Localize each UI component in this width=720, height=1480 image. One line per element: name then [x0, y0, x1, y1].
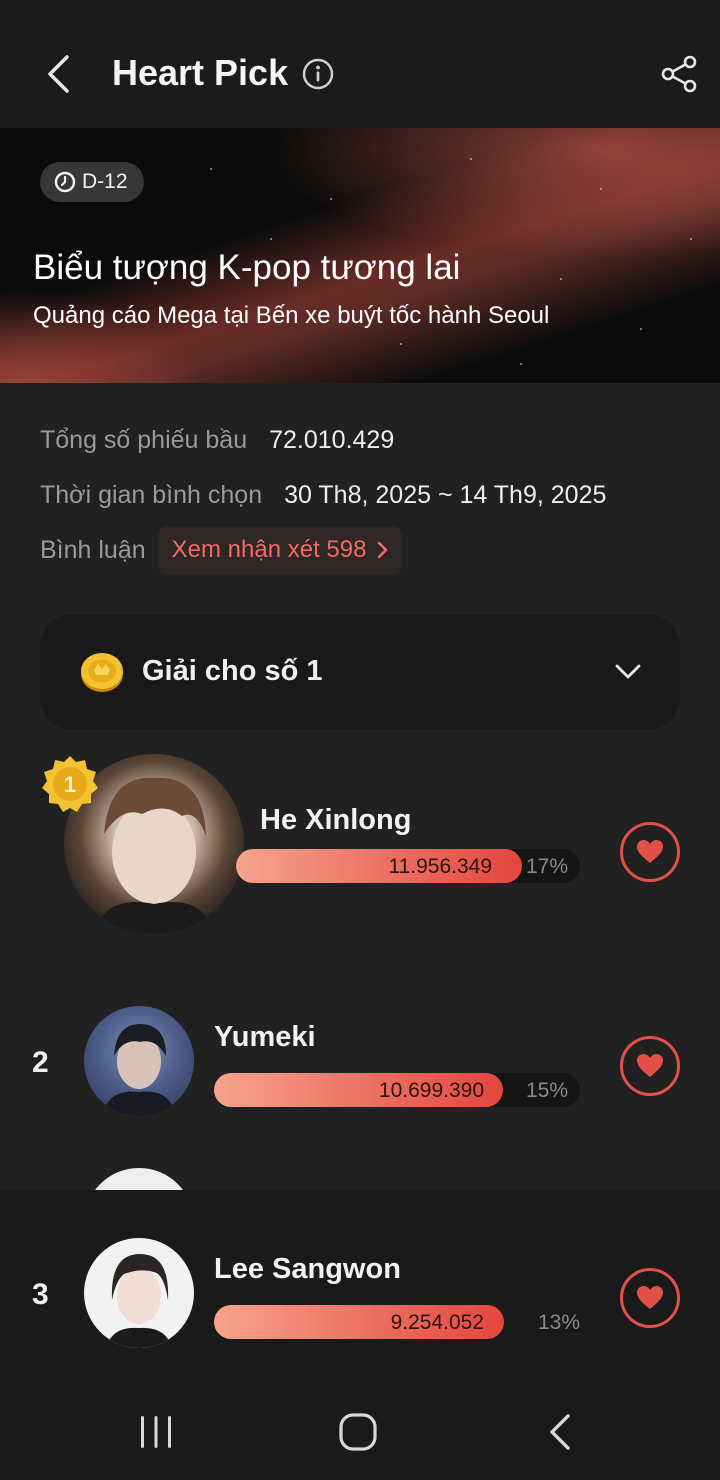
vote-percent: 13% [538, 1311, 581, 1334]
star [330, 198, 332, 200]
avatar [84, 1006, 194, 1116]
top-app-bar: Heart Pick [0, 0, 720, 128]
rank-1-badge-text: 1 [64, 772, 76, 797]
heart-icon [637, 1286, 663, 1309]
vote-heart-button[interactable] [620, 1268, 680, 1328]
total-votes-value: 72.010.429 [269, 426, 395, 454]
chevron-right-icon [378, 541, 388, 559]
chevron-left-icon [48, 55, 69, 93]
award-selector[interactable]: Giải cho số 1 [40, 614, 680, 730]
candidate-name: Lee Sangwon [214, 1253, 401, 1285]
total-votes-row: Tổng số phiếu bầu 72.010.429 [40, 426, 394, 455]
system-back-icon[interactable] [544, 1412, 574, 1452]
star [400, 343, 402, 345]
gold-coin-icon [81, 653, 123, 692]
star [560, 278, 562, 280]
vote-count: 10.699.390 [378, 1079, 484, 1102]
heart-icon [637, 840, 663, 863]
candidate-name: Yumeki [214, 1021, 316, 1053]
page-title: Heart Pick [112, 52, 289, 93]
star [520, 363, 522, 365]
rank-1-badge-icon: 1 [42, 756, 98, 812]
voting-period-value: 30 Th8, 2025 ~ 14 Th9, 2025 [284, 481, 607, 509]
home-icon[interactable] [338, 1412, 378, 1452]
share-button[interactable] [660, 54, 700, 94]
heart-icon [637, 1054, 663, 1077]
vote-bar: 9.254.052 [214, 1305, 504, 1339]
vote-count: 9.254.052 [390, 1311, 484, 1334]
star [690, 238, 692, 240]
comments-row: Bình luận Xem nhận xét 598 [40, 526, 403, 574]
dday-badge: D-12 [40, 162, 144, 202]
clock-icon [54, 171, 76, 193]
rank-number: 2 [32, 1046, 49, 1079]
banner-subtitle: Quảng cáo Mega tại Bến xe buýt tốc hành … [33, 302, 550, 329]
star [210, 168, 212, 170]
banner-title: Biểu tượng K-pop tương lai [33, 248, 461, 287]
vote-percent: 15% [525, 1079, 568, 1102]
view-comments-label: Xem nhận xét 598 [171, 536, 367, 563]
recent-apps-icon[interactable] [138, 1414, 174, 1450]
vote-heart-button[interactable] [620, 822, 680, 882]
info-icon[interactable] [302, 58, 334, 90]
event-banner: D-12 Biểu tượng K-pop tương lai Quảng cá… [0, 128, 720, 383]
comments-label: Bình luận [40, 535, 146, 564]
vote-bar: 11.956.349 17% [236, 849, 580, 883]
vote-percent: 17% [525, 855, 568, 878]
share-icon [661, 55, 697, 93]
star [640, 328, 642, 330]
view-comments-button[interactable]: Xem nhận xét 598 [157, 526, 403, 574]
award-label: Giải cho số 1 [142, 655, 323, 687]
banner-glow [240, 128, 720, 268]
total-votes-label: Tổng số phiếu bầu [40, 426, 248, 454]
avatar [84, 1238, 194, 1348]
star [600, 188, 602, 190]
candidate-name: He Xinlong [260, 804, 412, 836]
voting-period-row: Thời gian bình chọn 30 Th8, 2025 ~ 14 Th… [40, 481, 606, 510]
star [470, 158, 472, 160]
vote-bar: 10.699.390 15% [214, 1073, 580, 1107]
chevron-down-icon [615, 664, 641, 679]
dday-text: D-12 [82, 170, 128, 193]
rank-number: 3 [32, 1278, 49, 1311]
vote-heart-button[interactable] [620, 1036, 680, 1096]
voting-period-label: Thời gian bình chọn [40, 481, 263, 509]
star [270, 238, 272, 240]
vote-count: 11.956.349 [388, 855, 492, 878]
back-button[interactable] [36, 50, 80, 98]
